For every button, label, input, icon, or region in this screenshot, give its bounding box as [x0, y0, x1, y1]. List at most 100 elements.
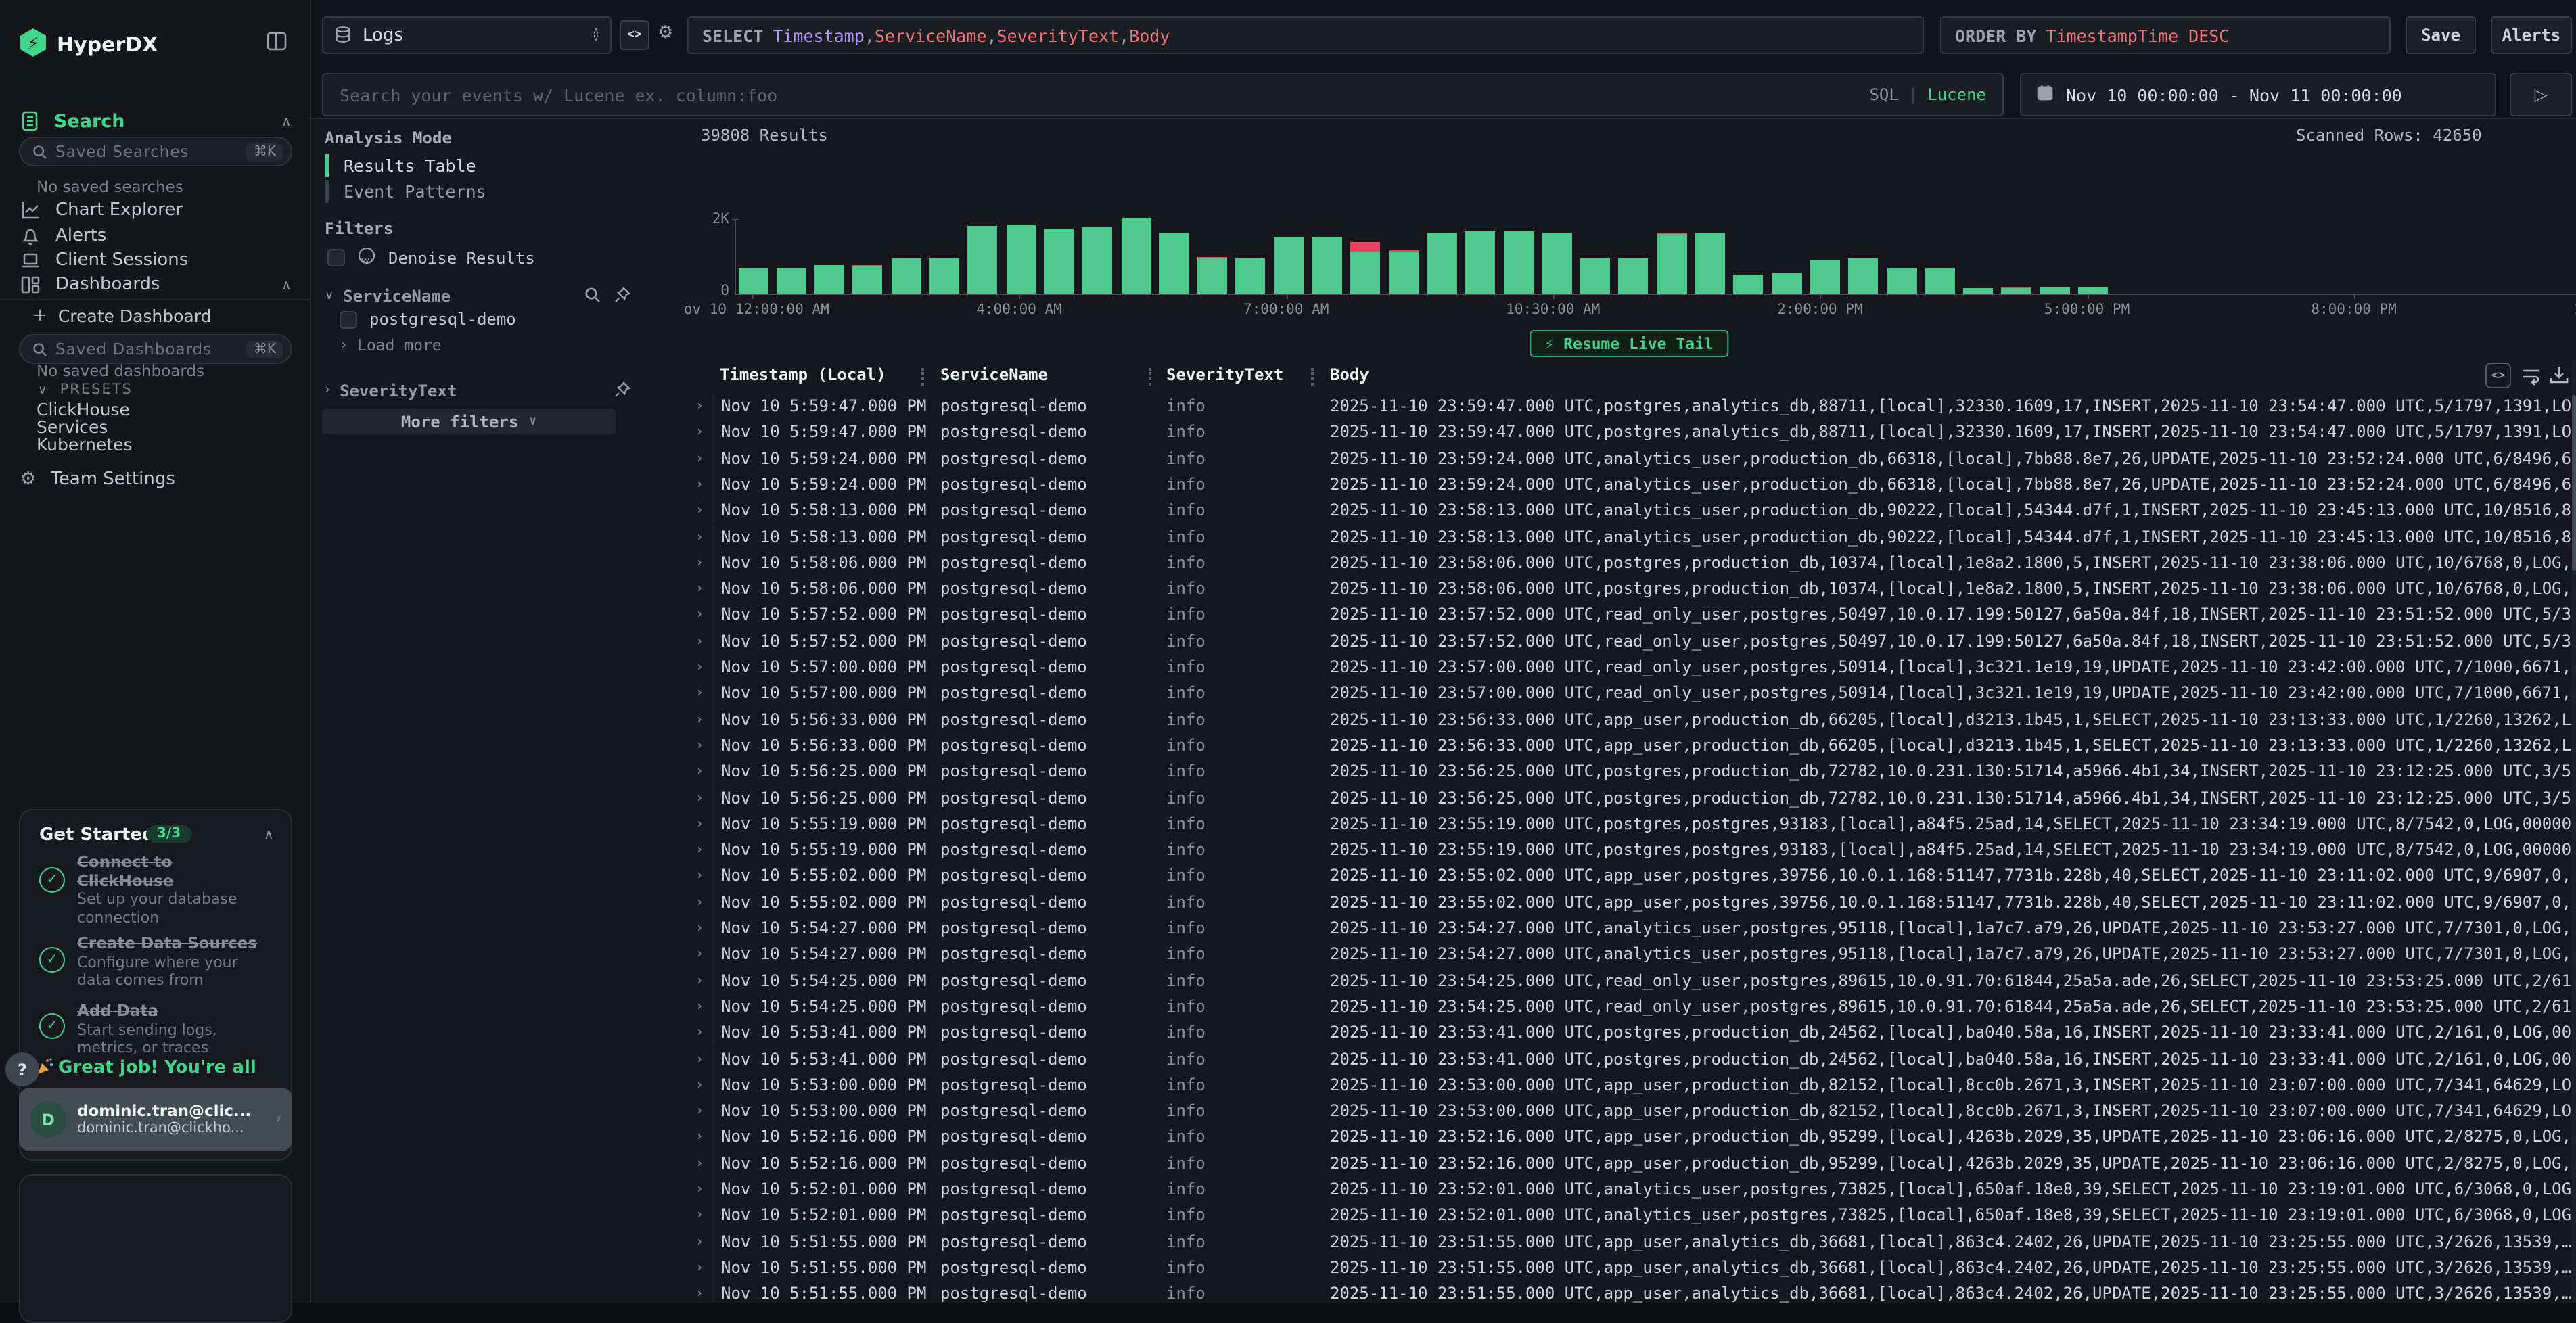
- histogram-bar[interactable]: [2040, 287, 2069, 294]
- table-row[interactable]: ›Nov 10 5:57:00.000 PMpostgresql-demoinf…: [683, 655, 2576, 681]
- histogram-bar[interactable]: [1351, 242, 1381, 294]
- table-row[interactable]: ›Nov 10 5:58:06.000 PMpostgresql-demoinf…: [683, 551, 2576, 577]
- expand-row-icon[interactable]: ›: [695, 1281, 712, 1303]
- column-header-severitytext[interactable]: SeverityText: [1166, 365, 1283, 384]
- table-row[interactable]: ›Nov 10 5:52:16.000 PMpostgresql-demoinf…: [683, 1151, 2576, 1177]
- lucene-toggle[interactable]: Lucene: [1927, 85, 1986, 104]
- histogram-bar[interactable]: [968, 226, 998, 294]
- severitytext-filter-group[interactable]: › SeverityText: [325, 377, 630, 403]
- table-row[interactable]: ›Nov 10 5:55:19.000 PMpostgresql-demoinf…: [683, 837, 2576, 864]
- sidebar-item-alerts[interactable]: Alerts: [20, 226, 106, 246]
- alerts-button[interactable]: Alerts: [2491, 16, 2572, 54]
- expand-row-icon[interactable]: ›: [695, 1098, 712, 1125]
- expand-row-icon[interactable]: ›: [695, 1125, 712, 1151]
- denoise-results-checkbox-row[interactable]: Denoise Results: [327, 245, 535, 271]
- download-icon[interactable]: [2549, 365, 2569, 391]
- expand-row-icon[interactable]: ›: [695, 994, 712, 1021]
- table-row[interactable]: ›Nov 10 5:53:00.000 PMpostgresql-demoinf…: [683, 1098, 2576, 1125]
- column-header-servicename[interactable]: ServiceName: [940, 365, 1048, 384]
- column-resize-handle[interactable]: [1311, 368, 1314, 386]
- table-row[interactable]: ›Nov 10 5:58:13.000 PMpostgresql-demoinf…: [683, 524, 2576, 551]
- expand-row-icon[interactable]: ›: [695, 551, 712, 577]
- expand-row-icon[interactable]: ›: [695, 603, 712, 629]
- table-row[interactable]: ›Nov 10 5:54:27.000 PMpostgresql-demoinf…: [683, 942, 2576, 969]
- expand-row-icon[interactable]: ›: [695, 968, 712, 994]
- table-row[interactable]: ›Nov 10 5:58:13.000 PMpostgresql-demoinf…: [683, 498, 2576, 524]
- histogram-bar[interactable]: [929, 258, 959, 294]
- histogram-bar[interactable]: [2002, 287, 2031, 294]
- table-row[interactable]: ›Nov 10 5:53:41.000 PMpostgresql-demoinf…: [683, 1046, 2576, 1073]
- saved-searches-input[interactable]: Saved Searches ⌘K: [19, 137, 292, 166]
- histogram-bar[interactable]: [1504, 231, 1534, 294]
- expand-row-icon[interactable]: ›: [695, 1073, 712, 1099]
- histogram-bar[interactable]: [1389, 250, 1419, 294]
- table-row[interactable]: ›Nov 10 5:57:52.000 PMpostgresql-demoinf…: [683, 628, 2576, 655]
- table-row[interactable]: ›Nov 10 5:51:55.000 PMpostgresql-demoinf…: [683, 1255, 2576, 1282]
- table-row[interactable]: ›Nov 10 5:51:55.000 PMpostgresql-demoinf…: [683, 1229, 2576, 1255]
- checkbox[interactable]: [327, 249, 345, 266]
- scrollbar-thumb[interactable]: [2572, 395, 2576, 571]
- histogram-bar[interactable]: [1580, 258, 1610, 294]
- histogram-bar[interactable]: [1312, 237, 1342, 294]
- table-row[interactable]: ›Nov 10 5:57:52.000 PMpostgresql-demoinf…: [683, 603, 2576, 629]
- expand-row-icon[interactable]: ›: [695, 1229, 712, 1255]
- histogram-bar[interactable]: [1121, 217, 1151, 294]
- expand-row-icon[interactable]: ›: [695, 1020, 712, 1046]
- mode-event-patterns[interactable]: Event Patterns: [325, 180, 486, 203]
- get-started-item[interactable]: Create Data Sources Configure where your…: [77, 935, 257, 990]
- table-row[interactable]: ›Nov 10 5:56:25.000 PMpostgresql-demoinf…: [683, 759, 2576, 785]
- sidebar-item-search[interactable]: Search: [54, 111, 125, 133]
- table-row[interactable]: ›Nov 10 5:59:24.000 PMpostgresql-demoinf…: [683, 472, 2576, 498]
- histogram-bar[interactable]: [2078, 287, 2108, 294]
- sidebar-item-preset-kubernetes[interactable]: Kubernetes: [37, 434, 133, 455]
- code-mode-button[interactable]: <>: [620, 20, 649, 50]
- histogram-bar[interactable]: [1887, 269, 1916, 294]
- expand-row-icon[interactable]: ›: [695, 1151, 712, 1177]
- servicename-filter-group[interactable]: ∨ ServiceName: [325, 283, 630, 308]
- histogram-bar[interactable]: [1542, 233, 1572, 294]
- expand-row-icon[interactable]: ›: [695, 446, 712, 472]
- histogram-bar[interactable]: [777, 269, 806, 294]
- saved-dashboards-input[interactable]: Saved Dashboards ⌘K: [19, 334, 292, 364]
- histogram-bar[interactable]: [1159, 233, 1189, 294]
- table-row[interactable]: ›Nov 10 5:52:16.000 PMpostgresql-demoinf…: [683, 1125, 2576, 1151]
- table-row[interactable]: ›Nov 10 5:52:01.000 PMpostgresql-demoinf…: [683, 1177, 2576, 1203]
- expand-row-icon[interactable]: ›: [695, 759, 712, 785]
- pin-icon[interactable]: [614, 377, 630, 403]
- histogram-bar[interactable]: [1963, 288, 1993, 294]
- table-row[interactable]: ›Nov 10 5:55:02.000 PMpostgresql-demoinf…: [683, 864, 2576, 890]
- table-row[interactable]: ›Nov 10 5:59:47.000 PMpostgresql-demoinf…: [683, 394, 2576, 420]
- order-by-input[interactable]: ORDER BY TimestampTime DESC: [1940, 16, 2391, 54]
- table-row[interactable]: ›Nov 10 5:59:47.000 PMpostgresql-demoinf…: [683, 420, 2576, 446]
- sidebar-item-team-settings[interactable]: ⚙ Team Settings: [20, 469, 175, 490]
- histogram-bar[interactable]: [1006, 225, 1036, 294]
- table-row[interactable]: ›Nov 10 5:56:33.000 PMpostgresql-demoinf…: [683, 707, 2576, 733]
- expand-row-icon[interactable]: ›: [695, 576, 712, 603]
- chevron-up-icon[interactable]: ∧: [281, 115, 292, 130]
- table-row[interactable]: ›Nov 10 5:53:00.000 PMpostgresql-demoinf…: [683, 1073, 2576, 1099]
- expand-row-icon[interactable]: ›: [695, 420, 712, 446]
- histogram-bar[interactable]: [1619, 258, 1649, 294]
- histogram-bar[interactable]: [1236, 258, 1266, 294]
- table-row[interactable]: ›Nov 10 5:54:25.000 PMpostgresql-demoinf…: [683, 994, 2576, 1021]
- resume-live-tail-button[interactable]: ⚡ Resume Live Tail: [1530, 330, 1728, 357]
- run-query-button[interactable]: ▷: [2510, 73, 2572, 116]
- collapse-sidebar-icon[interactable]: [265, 30, 288, 58]
- pin-icon[interactable]: [614, 283, 630, 308]
- date-range-picker[interactable]: Nov 10 00:00:00 - Nov 11 00:00:00: [2020, 73, 2496, 116]
- table-row[interactable]: ›Nov 10 5:56:25.000 PMpostgresql-demoinf…: [683, 785, 2576, 812]
- expand-row-icon[interactable]: ›: [695, 1203, 712, 1230]
- histogram-bar[interactable]: [1044, 228, 1074, 294]
- expand-row-icon[interactable]: ›: [695, 1255, 712, 1282]
- chevron-up-icon[interactable]: ∧: [281, 279, 292, 294]
- table-row[interactable]: ›Nov 10 5:55:19.000 PMpostgresql-demoinf…: [683, 812, 2576, 838]
- expand-row-icon[interactable]: ›: [695, 733, 712, 760]
- histogram-bar[interactable]: [1197, 258, 1227, 294]
- create-dashboard-button[interactable]: + Create Dashboard: [32, 306, 211, 326]
- presets-section[interactable]: ∨ PRESETS: [38, 381, 133, 398]
- wrap-text-icon[interactable]: [2521, 365, 2541, 391]
- sidebar-item-client-sessions[interactable]: Client Sessions: [20, 250, 188, 271]
- expand-row-icon[interactable]: ›: [695, 1046, 712, 1073]
- select-clause-input[interactable]: SELECT Timestamp,ServiceName,SeverityTex…: [687, 16, 1924, 54]
- expand-row-icon[interactable]: ›: [695, 1177, 712, 1203]
